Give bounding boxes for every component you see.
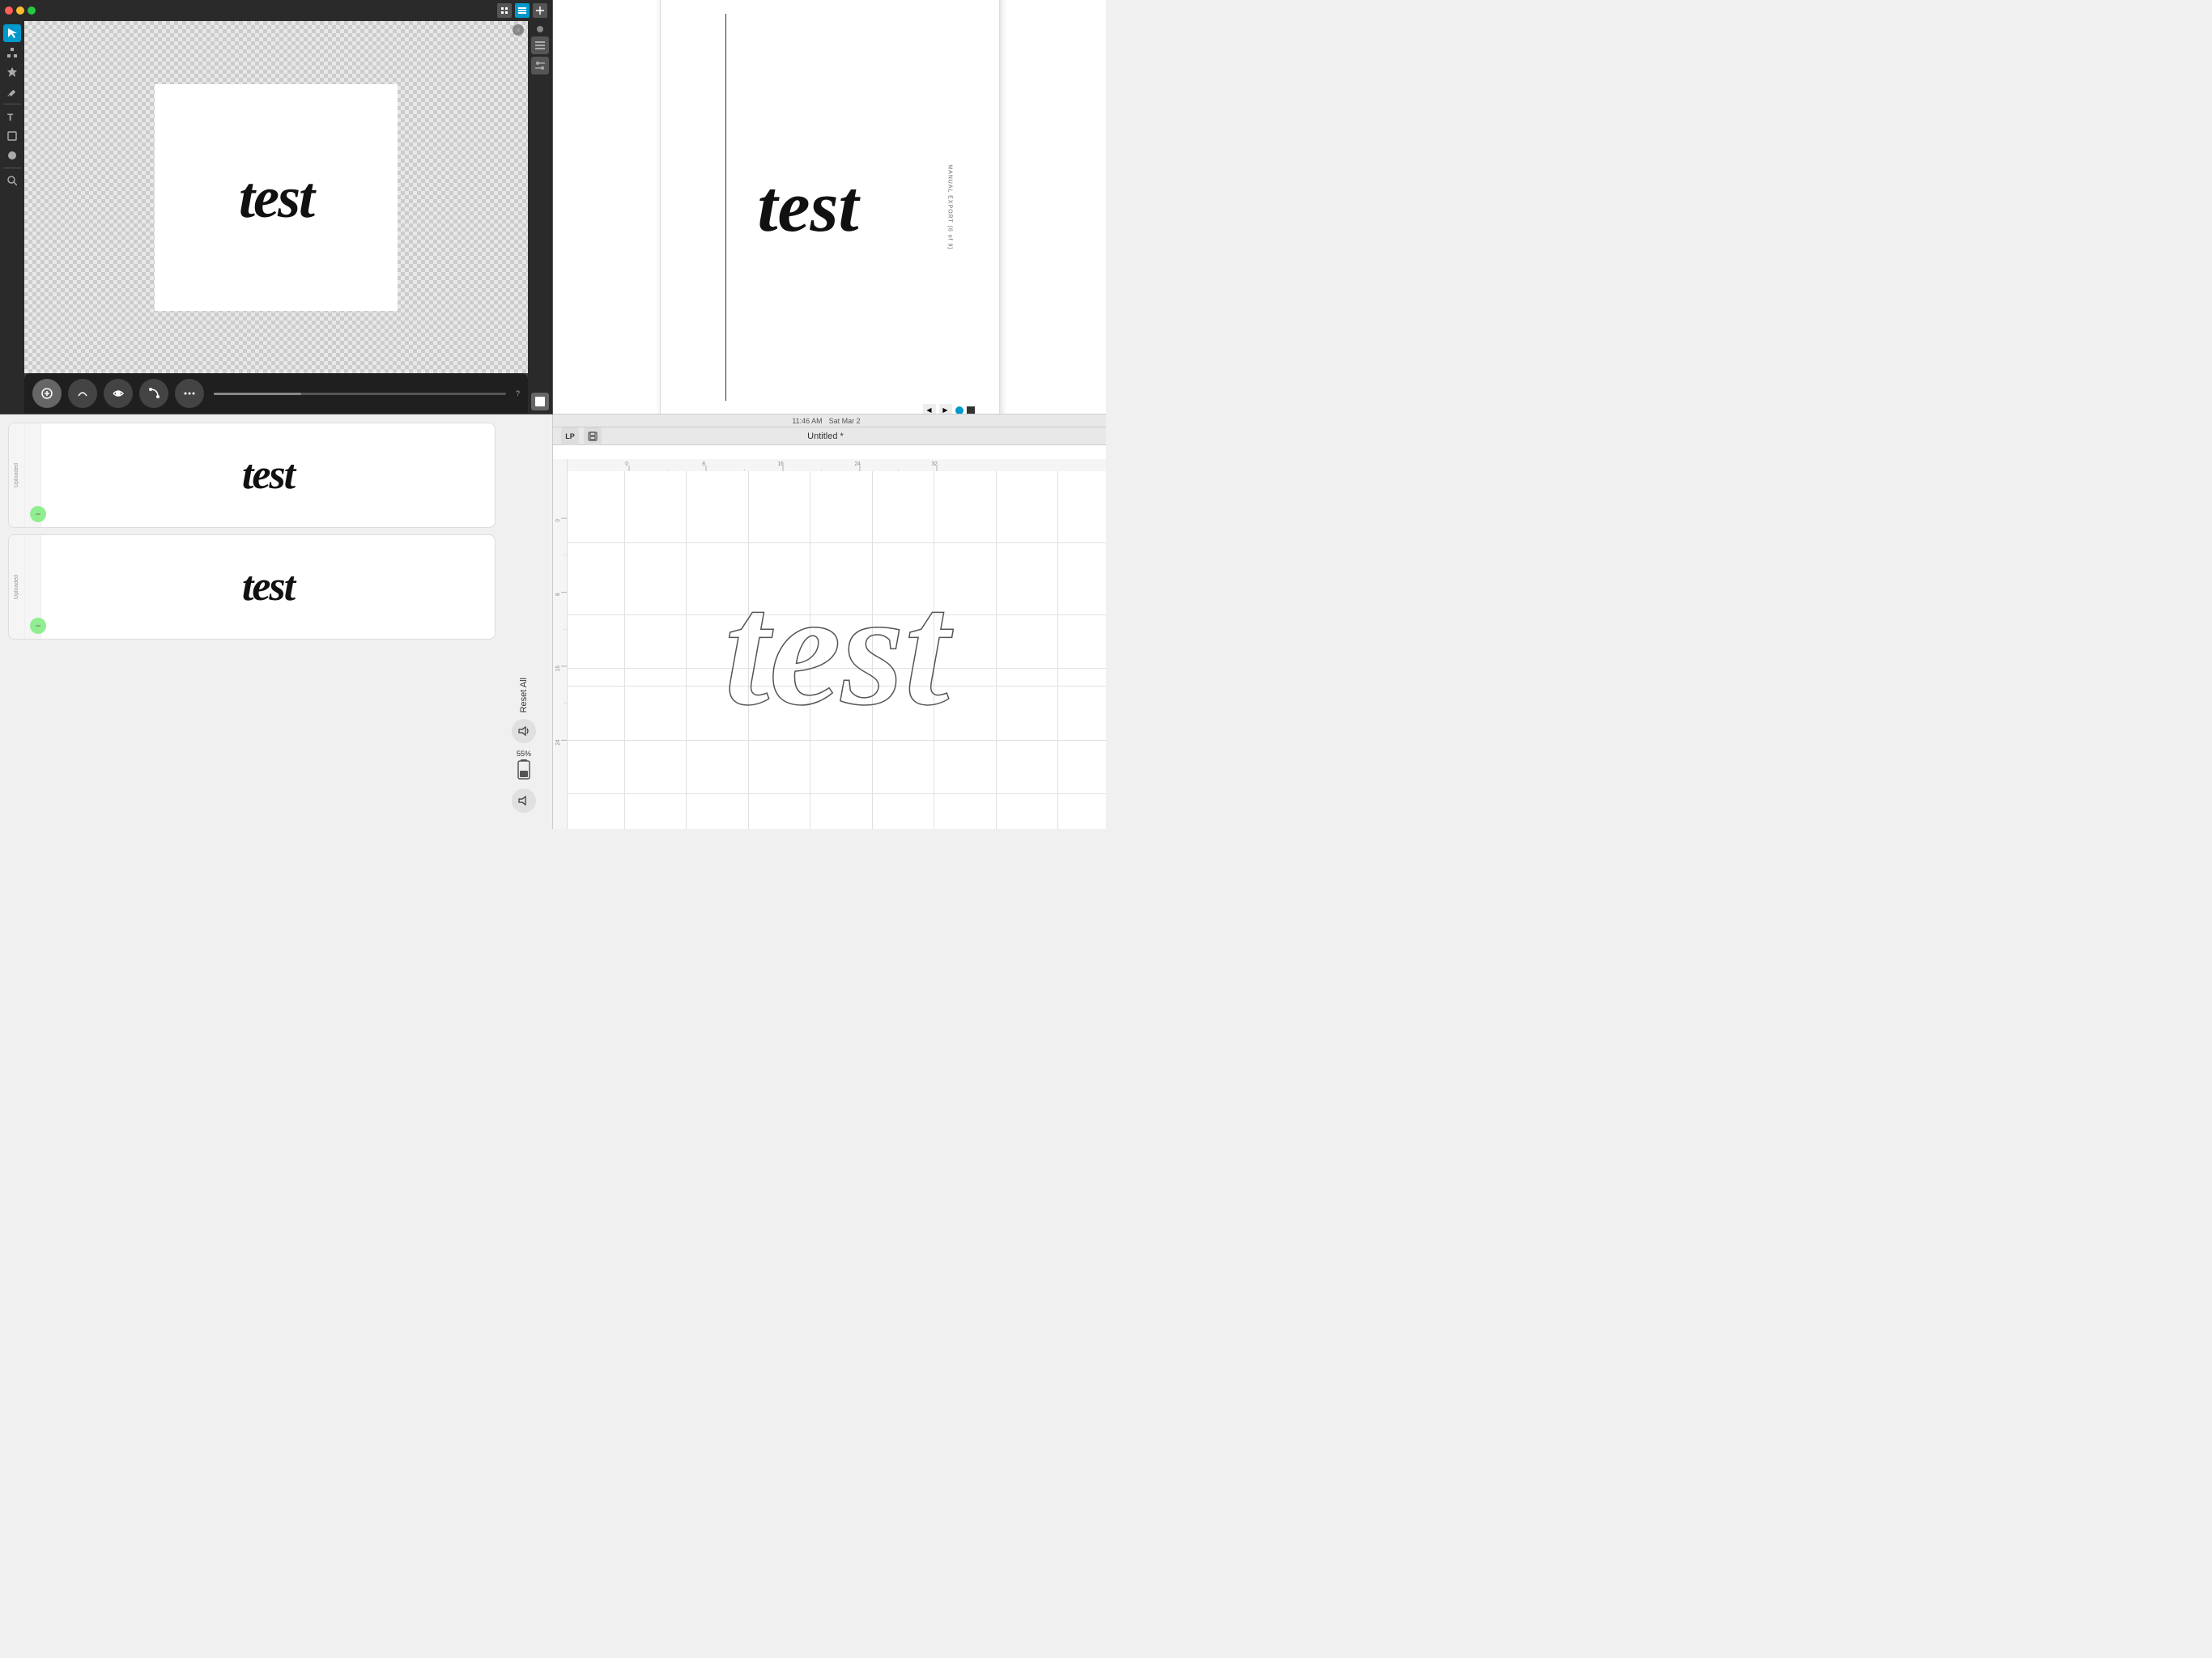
lp-btn[interactable]: LP [561, 427, 579, 445]
glyphs-sidebar: Reset All 55% [504, 423, 544, 821]
add-selection-btn[interactable] [32, 379, 62, 408]
print-square-indicator [967, 406, 975, 414]
right-props-btn[interactable] [531, 57, 549, 74]
battery-display: 55% [517, 750, 531, 782]
speaker-icon-btn[interactable] [512, 789, 536, 813]
glyph-tab-label-1: Uploaded [14, 463, 19, 487]
progress-bar [214, 393, 506, 395]
font-canvas-test-text: test [725, 569, 950, 731]
print-test-text: test [758, 171, 859, 244]
glyph-tab-label-2: Uploaded [14, 575, 19, 599]
editor-left-toolbar: T [0, 21, 24, 414]
svg-text:24: 24 [555, 739, 561, 745]
print-next-btn[interactable]: ▶ [939, 404, 952, 415]
glyph-minus-btn-2[interactable]: − [30, 618, 46, 634]
svg-text:16: 16 [555, 665, 561, 671]
system-status-bar: 11:46 AM Sat Mar 2 [553, 414, 1106, 427]
print-quadrant: test MANUAL EXPORT (6 of 9) ◀ ▶ [553, 0, 1106, 414]
more-tools-btn[interactable] [175, 379, 204, 408]
select-tool[interactable] [3, 24, 21, 42]
print-side-label: MANUAL EXPORT (6 of 9) [946, 164, 952, 250]
glyph-minus-btn-1[interactable]: − [30, 506, 46, 522]
glyph-card-2: Uploaded test − [8, 534, 496, 640]
glyph-text-1: test [242, 454, 294, 496]
glyph-tab-2: Uploaded [9, 535, 25, 639]
node-tool[interactable] [3, 44, 21, 62]
select-curves-btn[interactable] [68, 379, 97, 408]
svg-text:32: 32 [931, 461, 938, 467]
editor-canvas-white: test [155, 84, 398, 311]
print-controls: ◀ ▶ [923, 404, 975, 415]
volume-percent: 55% [517, 750, 531, 758]
pencil-tool[interactable] [3, 83, 21, 100]
editor-quadrant: T test ✕ [0, 0, 553, 414]
reset-all-btn[interactable]: Reset All [519, 678, 529, 712]
minimize-dot[interactable] [16, 6, 24, 15]
close-dot[interactable] [5, 6, 13, 15]
glyph-content-2[interactable]: test [41, 535, 495, 639]
svg-text:24: 24 [854, 461, 861, 467]
svg-text:8: 8 [702, 461, 705, 467]
print-divider-line [725, 14, 726, 401]
text-tool[interactable]: T [3, 108, 21, 125]
editor-canvas: test [24, 21, 528, 373]
toolbar-active-btn[interactable] [515, 3, 530, 18]
font-canvas-area[interactable]: test [568, 471, 1106, 829]
maximize-dot[interactable] [28, 6, 36, 15]
volume-icon-btn[interactable] [512, 719, 536, 743]
font-editor-title: Untitled * [807, 432, 844, 441]
glyph-content-1[interactable]: test [41, 423, 495, 527]
right-layers-btn[interactable] [531, 36, 549, 54]
svg-text:8: 8 [555, 593, 561, 596]
glyph-text-2: test [242, 566, 294, 608]
toolbar-grid-btn[interactable] [533, 3, 547, 18]
glyphs-quadrant: Uploaded test − Uploaded test − Reset Al… [0, 414, 553, 829]
save-btn[interactable] [584, 427, 602, 445]
bottom-help-icon: ? [516, 389, 520, 397]
svg-text:0: 0 [555, 519, 561, 522]
ruler-vertical: 0 8 16 24 [553, 459, 568, 829]
font-editor-quadrant: 11:46 AM Sat Mar 2 LP Untitled * 0 8 16 … [553, 414, 1106, 829]
editor-bottom-toolbar: ? [24, 373, 528, 414]
svg-text:T: T [7, 112, 14, 121]
round-corners-btn[interactable] [139, 379, 168, 408]
font-editor-titlebar: LP Untitled * [553, 427, 1106, 445]
svg-text:0: 0 [625, 461, 628, 467]
pen-tool[interactable] [3, 63, 21, 81]
glyph-tab-1: Uploaded [9, 423, 25, 527]
select-visible-btn[interactable] [104, 379, 133, 408]
editor-close-icon[interactable]: ✕ [513, 24, 524, 36]
fill-tool[interactable] [3, 147, 21, 164]
print-prev-btn[interactable]: ◀ [923, 404, 936, 415]
zoom-tool[interactable] [3, 172, 21, 189]
glyphs-list: Uploaded test − Uploaded test − [8, 423, 496, 821]
svg-text:16: 16 [777, 461, 784, 467]
shape-tool[interactable] [3, 127, 21, 145]
system-date: Sat Mar 2 [829, 417, 861, 425]
right-color-btn[interactable] [531, 393, 549, 410]
print-blue-indicator [955, 406, 963, 414]
system-time: 11:46 AM [792, 417, 822, 425]
right-tool-dot [537, 26, 543, 32]
toolbar-view-btn[interactable] [497, 3, 512, 18]
editor-right-toolbar [528, 21, 552, 414]
glyph-card-1: Uploaded test − [8, 423, 496, 528]
print-page: test MANUAL EXPORT (6 of 9) ◀ ▶ [660, 0, 1000, 414]
editor-top-toolbar [0, 0, 552, 21]
editor-test-text: test [239, 168, 313, 227]
